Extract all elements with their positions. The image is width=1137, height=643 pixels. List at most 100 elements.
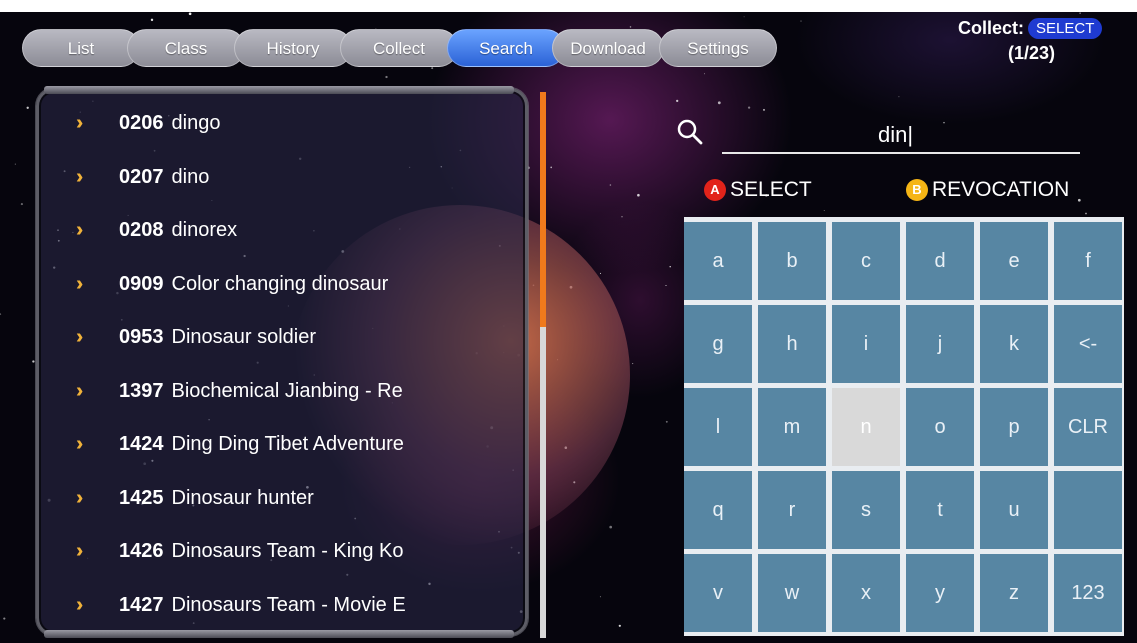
key-w[interactable]: w [758,554,826,632]
chevron-double-right-icon: ›› [76,540,83,562]
tab-history[interactable]: History [234,29,352,67]
key-b[interactable]: b [758,222,826,300]
key-z[interactable]: z [980,554,1048,632]
result-code: 1425 [119,486,164,509]
star [431,67,434,70]
key-c[interactable]: c [832,222,900,300]
tab-settings[interactable]: Settings [659,29,777,67]
star [26,106,29,109]
key-h[interactable]: h [758,305,826,383]
star [188,12,192,16]
hint-revocation-label: REVOCATION [932,178,1070,201]
chevron-double-right-icon: ›› [76,379,83,402]
star [150,18,154,22]
star [599,272,602,274]
star [385,75,388,79]
key-v[interactable]: v [684,554,752,632]
star [621,216,623,218]
star [1085,212,1087,215]
result-title: Dinosaur soldier [171,326,317,348]
tab-download[interactable]: Download [552,29,664,67]
key-n[interactable]: n [832,388,900,466]
result-title: dinorex [171,219,238,241]
result-code: 1397 [119,379,164,402]
star [800,20,802,22]
result-item[interactable]: ›› 0206 dingo [76,108,516,138]
search-input[interactable]: din| [878,122,913,148]
result-item[interactable]: ›› 0208 dinorex [76,215,516,245]
result-item[interactable]: ›› 1427 Dinosaurs Team - Movie E [76,590,516,620]
result-code: 0909 [119,272,164,295]
panel-frame-top [44,86,514,94]
result-item[interactable]: ›› 1425 Dinosaur hunter [76,483,516,513]
star [3,617,6,620]
key-e[interactable]: e [980,222,1048,300]
star [898,96,900,98]
key-r[interactable]: r [758,471,826,549]
star [704,73,705,75]
star [943,121,945,124]
star [632,363,634,365]
result-title: Dinosaurs Team - King Ko [171,540,404,562]
result-title: Color changing dinosaur [171,272,389,295]
hint-revocation: B REVOCATION [906,177,1069,203]
key-g[interactable]: g [684,305,752,383]
onscreen-keyboard: a b c d e f g h i j k <- l m n o p CLR q r s t u v w x y z 123 [684,217,1124,636]
key-t[interactable]: t [906,471,974,549]
result-item[interactable]: ›› 0909 Color changing dinosaur [76,269,516,299]
key-u[interactable]: u [980,471,1048,549]
result-code: 1424 [119,433,164,455]
key-o[interactable]: o [906,388,974,466]
result-code: 0206 [119,112,164,134]
scrollbar-thumb[interactable] [540,92,546,327]
result-item[interactable]: ›› 1424 Ding Ding Tibet Adventure [76,429,516,459]
key-backspace[interactable]: <- [1054,305,1122,383]
star [20,203,23,206]
key-a[interactable]: a [684,222,752,300]
key-x[interactable]: x [832,554,900,632]
result-item[interactable]: ›› 1426 Dinosaurs Team - King Ko [76,536,516,566]
star [1079,12,1081,14]
key-m[interactable]: m [758,388,826,466]
star [665,285,667,286]
key-clr[interactable]: CLR [1054,388,1122,466]
result-item[interactable]: ›› 0207 dino [76,162,516,192]
star [0,313,2,315]
tab-class[interactable]: Class [127,29,245,67]
result-item[interactable]: ›› 1397 Biochemical Jianbing - Re [76,376,516,406]
key-123[interactable]: 123 [1054,554,1122,632]
key-s[interactable]: s [832,471,900,549]
result-item[interactable]: ›› 0953 Dinosaur soldier [76,322,516,352]
key-q[interactable]: q [684,471,752,549]
key-j[interactable]: j [906,305,974,383]
a-button-icon: A [704,179,726,201]
result-title: Ding Ding Tibet Adventure [171,433,404,455]
tab-collect[interactable]: Collect [340,29,458,67]
result-title: dino [171,165,210,188]
star [629,26,632,28]
panel-frame-bottom [44,630,514,638]
search-icon [677,119,703,145]
key-k[interactable]: k [980,305,1048,383]
key-f[interactable]: f [1054,222,1122,300]
star [550,166,553,169]
star [676,99,679,103]
select-badge: SELECT [1028,18,1103,39]
search-underline [722,152,1080,154]
key-d[interactable]: d [906,222,974,300]
star [743,16,745,18]
key-blank[interactable] [1054,471,1122,549]
tab-search[interactable]: Search [447,29,565,67]
result-code: 1427 [119,593,164,616]
collect-count: (1/23) [1008,43,1056,63]
tab-list[interactable]: List [22,29,140,67]
result-title: Dinosaur hunter [171,486,314,509]
key-y[interactable]: y [906,554,974,632]
key-l[interactable]: l [684,388,752,466]
chevron-double-right-icon: ›› [76,272,83,295]
star [599,596,601,598]
star [609,525,613,529]
star [823,209,825,211]
key-i[interactable]: i [832,305,900,383]
key-p[interactable]: p [980,388,1048,466]
